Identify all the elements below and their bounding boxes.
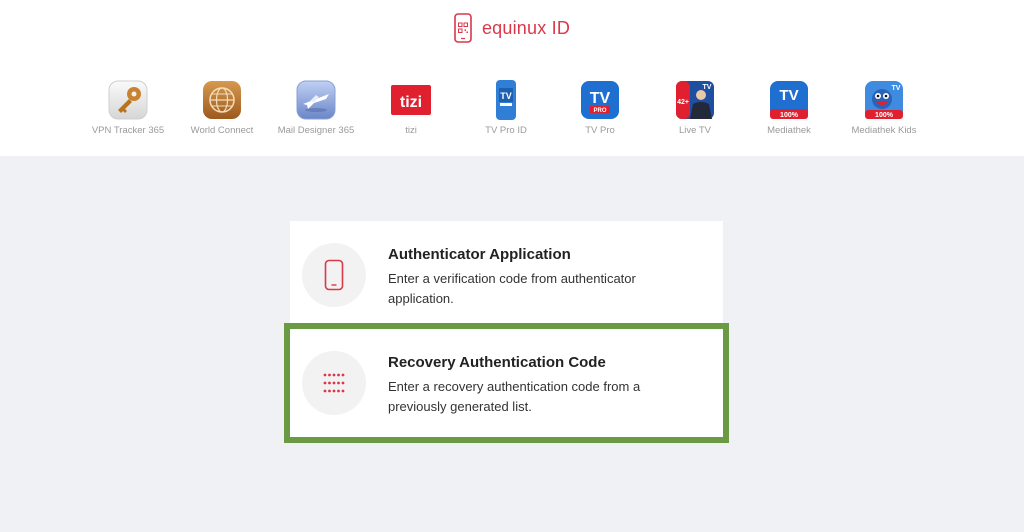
tizi-icon-text: tizi [400,94,422,111]
option-description: Enter a verification code from authentic… [388,271,636,306]
tizi-icon: tizi [391,85,431,115]
app-mediathek-kids[interactable]: TV 100% Mediathek Kids [834,80,934,136]
app-list: VPN Tracker 365 World Connect Mail Desig… [0,80,1024,140]
tv-pro-icon-text: TV [590,90,611,107]
dots-grid-icon [323,373,345,393]
app-tv-pro[interactable]: TV PRO TV Pro [550,80,650,136]
app-label: World Connect [190,125,254,136]
mediathek-kids-icon-text: TV [892,85,901,92]
mediathek-badge: 100% [780,112,799,119]
brand-name[interactable]: equinux ID [482,18,570,39]
app-world-connect[interactable]: World Connect [172,80,272,136]
option-recovery-authentication-code[interactable]: Recovery Authentication Code Enter a rec… [284,323,729,443]
globe-icon [203,81,241,119]
option-description: Enter a recovery authentication code fro… [388,379,641,414]
tv-pro-icon: TV PRO [581,81,619,119]
option-title: Recovery Authentication Code [388,354,606,371]
header: equinux ID VPN Tracker 365 World Connect… [0,0,1024,156]
app-label: Mediathek Kids [851,125,917,136]
mediathek-kids-icon: TV 100% [865,81,903,119]
mediathek-icon-text: TV [779,87,798,104]
app-label: Live TV [678,125,712,136]
live-tv-icon-text: TV [703,84,712,91]
app-tv-pro-id[interactable]: TV TV Pro ID [456,80,556,136]
tv-pro-id-icon: TV [496,80,516,120]
app-label: TV Pro [585,125,615,136]
option-title: Authenticator Application [388,246,571,263]
key-icon [108,80,148,120]
app-mediathek[interactable]: TV 100% Mediathek [739,80,839,136]
app-vpn-tracker-365[interactable]: VPN Tracker 365 [78,80,178,136]
option-authenticator-application[interactable]: Authenticator Application Enter a verifi… [290,221,723,329]
airplane-icon [296,80,336,120]
phone-icon [324,259,344,291]
app-label: Mail Designer 365 [277,125,355,136]
live-tv-icon: 42+ TV [676,81,714,119]
option-icon-circle [302,351,366,415]
mediathek-icon: TV 100% [770,81,808,119]
option-icon-circle [302,243,366,307]
live-tv-badge: 42+ [677,99,689,106]
app-mail-designer-365[interactable]: Mail Designer 365 [266,80,366,136]
tv-pro-id-icon-text: TV [500,91,512,101]
mediathek-kids-badge: 100% [875,112,894,119]
brand: equinux ID [0,12,1024,44]
app-label: TV Pro ID [485,125,527,136]
tv-pro-badge: PRO [593,108,606,114]
app-label: Mediathek [767,125,811,136]
app-label: tizi [405,125,417,136]
two-factor-options: Authenticator Application Enter a verifi… [284,221,729,443]
app-tizi[interactable]: tizi tizi [361,80,461,136]
app-live-tv[interactable]: 42+ TV Live TV [645,80,745,136]
app-label: VPN Tracker 365 [91,125,165,136]
phone-qr-icon [454,13,472,43]
